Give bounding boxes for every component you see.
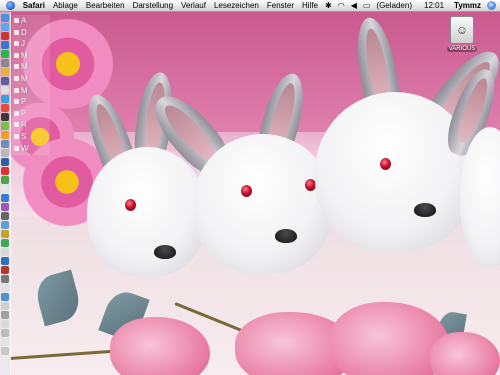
popup-item[interactable]: P xyxy=(12,108,50,120)
trash-icon[interactable] xyxy=(1,346,9,355)
dock-app-icon[interactable] xyxy=(1,157,9,166)
popup-item[interactable]: M xyxy=(12,61,50,73)
disk-icon[interactable]: ☺ xyxy=(450,16,474,44)
dock-app-icon[interactable] xyxy=(1,94,9,103)
menu-hilfe[interactable]: Hilfe xyxy=(298,1,322,10)
menu-app-safari[interactable]: Safari xyxy=(19,1,49,10)
popup-item[interactable]: W xyxy=(12,143,50,155)
dock-app-icon[interactable] xyxy=(1,337,9,346)
bluetooth-icon[interactable]: ✱ xyxy=(322,1,335,10)
popup-item[interactable]: P xyxy=(12,96,50,108)
dock-app-icon[interactable] xyxy=(1,130,9,139)
menu-extras: ✱ ◠ ◀ ▭ (Geladen) 12:01 Tymmz ⌕ xyxy=(322,1,500,10)
volume-icon[interactable]: ◀ xyxy=(348,1,360,10)
dock-app-icon[interactable] xyxy=(1,103,9,112)
popup-item[interactable]: R xyxy=(12,119,50,131)
menu-ablage[interactable]: Ablage xyxy=(49,1,82,10)
menu-bearbeiten[interactable]: Bearbeiten xyxy=(82,1,129,10)
dock-app-icon[interactable] xyxy=(1,148,9,157)
dock-app-icon[interactable] xyxy=(1,283,9,292)
dock-app-icon[interactable] xyxy=(1,175,9,184)
dock-app-icon[interactable] xyxy=(1,301,9,310)
desktop-wallpaper xyxy=(0,12,500,375)
menu-lesezeichen[interactable]: Lesezeichen xyxy=(210,1,263,10)
apple-menu-icon[interactable] xyxy=(6,1,15,10)
dock-app-icon[interactable] xyxy=(1,328,9,337)
dock-app-icon[interactable] xyxy=(1,184,9,193)
menu-bar: Safari Ablage Bearbeiten Darstellung Ver… xyxy=(0,0,500,12)
battery-icon[interactable]: ▭ xyxy=(360,1,374,10)
dock-app-icon[interactable] xyxy=(1,202,9,211)
desktop-volume[interactable]: ☺ VARIOUS xyxy=(447,16,477,58)
dock-app-icon[interactable] xyxy=(1,85,9,94)
battery-status[interactable]: (Geladen) xyxy=(373,1,415,10)
popup-item[interactable]: S xyxy=(12,131,50,143)
spotlight-icon[interactable]: ⌕ xyxy=(487,1,496,10)
popup-item[interactable]: M xyxy=(12,85,50,97)
dock-app-icon[interactable] xyxy=(1,22,9,31)
user-menu[interactable]: Tymmz xyxy=(451,1,484,10)
dock-app-icon[interactable] xyxy=(1,229,9,238)
dock-app-icon[interactable] xyxy=(1,274,9,283)
dock-app-icon[interactable] xyxy=(1,265,9,274)
dock-app-icon[interactable] xyxy=(1,247,9,256)
menu-clock[interactable]: 12:01 xyxy=(421,1,447,10)
dock-app-icon[interactable] xyxy=(1,40,9,49)
dock-folder-popup: A D J M M M M P P R S W xyxy=(12,15,50,155)
dock-app-icon[interactable] xyxy=(1,76,9,85)
wallpaper-rabbit xyxy=(440,63,500,267)
dock-app-icon[interactable] xyxy=(1,310,9,319)
dock-app-icon[interactable] xyxy=(1,139,9,148)
popup-item[interactable]: D xyxy=(12,27,50,39)
dock-app-icon[interactable] xyxy=(1,211,9,220)
dock-app-icon[interactable] xyxy=(1,49,9,58)
dock-app-icon[interactable] xyxy=(1,238,9,247)
dock-app-icon[interactable] xyxy=(1,166,9,175)
menu-verlauf[interactable]: Verlauf xyxy=(177,1,210,10)
wifi-icon[interactable]: ◠ xyxy=(335,1,348,10)
finder-icon[interactable] xyxy=(1,13,9,22)
dock-app-icon[interactable] xyxy=(1,67,9,76)
dock-app-icon[interactable] xyxy=(1,31,9,40)
menu-fenster[interactable]: Fenster xyxy=(263,1,298,10)
dock-app-icon[interactable] xyxy=(1,112,9,121)
dock-app-icon[interactable] xyxy=(1,319,9,328)
popup-item[interactable]: A xyxy=(12,15,50,27)
dock xyxy=(0,12,11,375)
dock-app-icon[interactable] xyxy=(1,193,9,202)
dock-app-icon[interactable] xyxy=(1,256,9,265)
dock-app-icon[interactable] xyxy=(1,58,9,67)
popup-item[interactable]: M xyxy=(12,73,50,85)
menu-darstellung[interactable]: Darstellung xyxy=(129,1,177,10)
dock-app-icon[interactable] xyxy=(1,292,9,301)
popup-item[interactable]: J xyxy=(12,38,50,50)
dock-app-icon[interactable] xyxy=(1,220,9,229)
dock-app-icon[interactable] xyxy=(1,121,9,130)
desktop-volume-label: VARIOUS xyxy=(447,46,477,52)
popup-item[interactable]: M xyxy=(12,50,50,62)
